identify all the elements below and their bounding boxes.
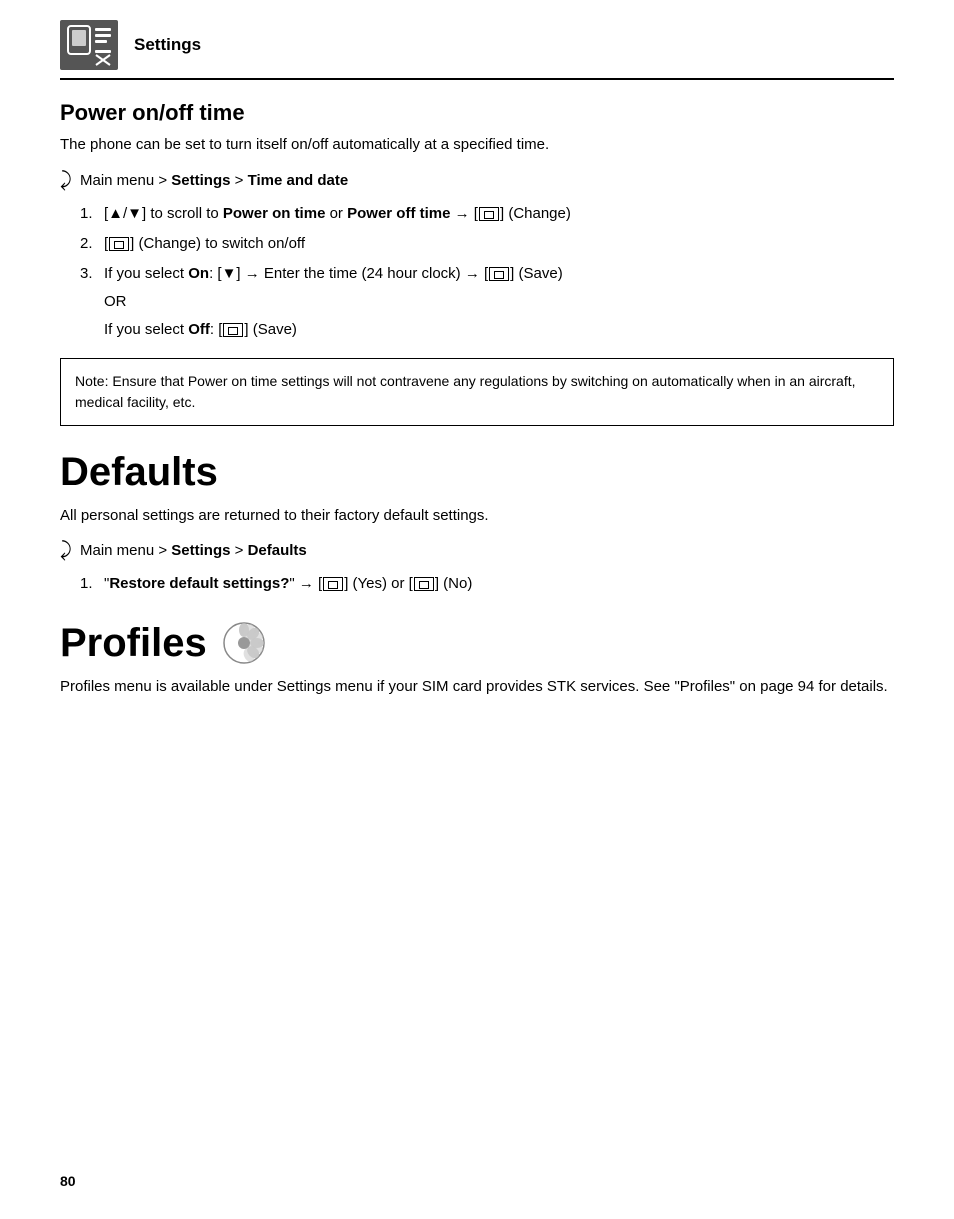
defaults-step-number-1: 1. bbox=[80, 572, 104, 596]
defaults-nav-arrow-icon: ⤸ bbox=[60, 539, 72, 562]
power-step-3: 3. If you select On: [▼] → Enter the tim… bbox=[80, 262, 894, 342]
button-icon-2 bbox=[109, 237, 129, 251]
settings-icon bbox=[60, 20, 118, 70]
or-label: OR bbox=[104, 290, 894, 314]
page-header: Settings bbox=[60, 20, 894, 80]
button-icon-4 bbox=[223, 323, 243, 337]
defaults-step-1: 1. "Restore default settings?" → [] (Yes… bbox=[80, 572, 894, 596]
note-text: Note: Ensure that Power on time settings… bbox=[75, 373, 856, 410]
defaults-section: Defaults All personal settings are retur… bbox=[60, 450, 894, 597]
power-section-description: The phone can be set to turn itself on/o… bbox=[60, 134, 894, 157]
profiles-description: Profiles menu is available under Setting… bbox=[60, 676, 894, 699]
button-icon-no bbox=[414, 577, 434, 591]
defaults-section-title: Defaults bbox=[60, 450, 894, 495]
profiles-icon bbox=[221, 620, 267, 666]
defaults-description: All personal settings are returned to th… bbox=[60, 505, 894, 528]
nav-path-text: Main menu > Settings > Time and date bbox=[80, 172, 348, 189]
power-steps-list: 1. [▲/▼] to scroll to Power on time or P… bbox=[80, 202, 894, 342]
step-2-content: [] (Change) to switch on/off bbox=[104, 232, 894, 256]
button-icon-yes bbox=[323, 577, 343, 591]
profiles-section: Profiles Profiles menu is available unde… bbox=[60, 620, 894, 699]
step-1-content: [▲/▼] to scroll to Power on time or Powe… bbox=[104, 202, 894, 226]
page-number: 80 bbox=[60, 1173, 76, 1189]
defaults-nav-path-text: Main menu > Settings > Defaults bbox=[80, 542, 307, 559]
step-number-3: 3. bbox=[80, 262, 104, 286]
power-section-title: Power on/off time bbox=[60, 100, 894, 126]
step-3-content: If you select On: [▼] → Enter the time (… bbox=[104, 262, 894, 342]
step-number-2: 2. bbox=[80, 232, 104, 256]
nav-arrow-icon: ⤸ bbox=[60, 169, 72, 192]
profiles-section-title: Profiles bbox=[60, 620, 894, 666]
power-step-1: 1. [▲/▼] to scroll to Power on time or P… bbox=[80, 202, 894, 226]
button-icon-1 bbox=[479, 207, 499, 221]
button-icon-3 bbox=[489, 267, 509, 281]
defaults-steps-list: 1. "Restore default settings?" → [] (Yes… bbox=[80, 572, 894, 596]
off-option: If you select Off: [] (Save) bbox=[104, 318, 894, 342]
page: Settings Power on/off time The phone can… bbox=[0, 0, 954, 1219]
profiles-title-text: Profiles bbox=[60, 621, 207, 666]
defaults-step-1-content: "Restore default settings?" → [] (Yes) o… bbox=[104, 572, 894, 596]
page-footer: 80 bbox=[60, 1173, 76, 1189]
defaults-nav-path: ⤸ Main menu > Settings > Defaults bbox=[60, 539, 894, 562]
header-title: Settings bbox=[134, 35, 201, 55]
power-nav-path: ⤸ Main menu > Settings > Time and date bbox=[60, 169, 894, 192]
power-step-2: 2. [] (Change) to switch on/off bbox=[80, 232, 894, 256]
note-box: Note: Ensure that Power on time settings… bbox=[60, 358, 894, 426]
step-number-1: 1. bbox=[80, 202, 104, 226]
power-section: Power on/off time The phone can be set t… bbox=[60, 100, 894, 426]
